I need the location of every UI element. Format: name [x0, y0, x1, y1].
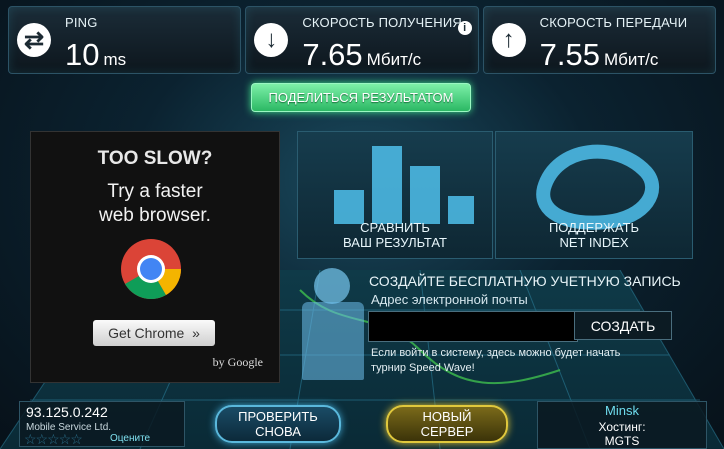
download-unit: Мбит/с — [366, 50, 422, 69]
ad-text: Try a faster web browser. — [99, 181, 211, 226]
download-label: СКОРОСТЬ ПОЛУЧЕНИЯ — [302, 15, 462, 30]
get-chrome-button[interactable]: Get Chrome » — [93, 320, 215, 346]
by-google-label: by Google — [212, 355, 263, 369]
download-value: 7.65 Мбит/с — [302, 37, 422, 72]
user-avatar-figure-body — [302, 302, 364, 380]
hosting-provider: MGTS — [604, 434, 640, 448]
client-info-box: 93.125.0.242 Mobile Service Ltd. ☆☆☆☆☆ О… — [19, 401, 185, 447]
speedtest-results-screen: ⇄ PING 10 ms ↓ СКОРОСТЬ ПОЛУЧЕНИЯ 7.65 Мби… — [0, 0, 724, 449]
compare-results-panel[interactable]: СРАВНИТЬ ВАШ РЕЗУЛЬТАТ — [297, 131, 493, 259]
hosting-label: Хостинг: — [598, 420, 646, 434]
server-info-box: Minsk Хостинг: MGTS — [537, 401, 707, 449]
support-netindex-panel[interactable]: ПОДДЕРЖАТЬ NET INDEX — [495, 131, 693, 259]
chevron-right-icon: » — [192, 325, 200, 341]
ip-address: 93.125.0.242 — [26, 404, 108, 420]
share-results-button[interactable]: ПОДЕЛИТЬСЯ РЕЗУЛЬТАТОМ — [251, 83, 471, 112]
ping-value: 10 ms — [65, 37, 127, 72]
info-icon[interactable]: i — [457, 21, 472, 35]
rating-stars[interactable]: ☆☆☆☆☆ — [24, 431, 83, 448]
new-server-button[interactable]: НОВЫЙ СЕРВЕР — [386, 405, 508, 443]
upload-metric: ↑ СКОРОСТЬ ПЕРЕДАЧИ 7.55 Мбит/с — [482, 6, 716, 74]
email-field[interactable] — [368, 311, 578, 342]
ad-headline: TOO SLOW? — [97, 148, 213, 169]
ping-unit: ms — [103, 50, 127, 69]
compare-caption: СРАВНИТЬ ВАШ РЕЗУЛЬТАТ — [343, 220, 447, 250]
upload-unit: Мбит/с — [604, 50, 659, 69]
swap-arrows-icon: ⇄ — [17, 23, 51, 57]
chrome-logo-icon — [121, 239, 181, 300]
metrics-bar: ⇄ PING 10 ms ↓ СКОРОСТЬ ПОЛУЧЕНИЯ 7.65 Мби… — [8, 6, 716, 74]
email-label: Адрес электронной почты — [371, 292, 528, 307]
support-caption: ПОДДЕРЖАТЬ NET INDEX — [548, 220, 640, 250]
test-again-button[interactable]: ПРОВЕРИТЬ СНОВА — [215, 405, 341, 443]
ping-label: PING — [65, 15, 98, 30]
rate-label[interactable]: Оцените — [110, 433, 150, 444]
login-note: Если войти в систему, здесь можно будет … — [371, 347, 621, 374]
chrome-ad[interactable]: TOO SLOW? Try a faster web browser. Get … — [30, 131, 280, 383]
user-avatar-figure-head — [314, 268, 350, 304]
download-arrow-icon: ↓ — [254, 23, 289, 57]
upload-value: 7.55 Мбит/с — [539, 37, 659, 72]
upload-label: СКОРОСТЬ ПЕРЕДАЧИ — [539, 15, 688, 30]
download-metric: ↓ СКОРОСТЬ ПОЛУЧЕНИЯ 7.65 Мбит/с i — [245, 6, 479, 74]
upload-arrow-icon: ↑ — [491, 23, 526, 57]
server-city: Minsk — [605, 403, 639, 418]
create-account-button[interactable]: СОЗДАТЬ — [574, 311, 672, 340]
create-account-title: СОЗДАЙТЕ БЕСПЛАТНУЮ УЧЕТНУЮ ЗАПИСЬ — [369, 273, 681, 289]
ping-metric: ⇄ PING 10 ms — [8, 6, 242, 74]
